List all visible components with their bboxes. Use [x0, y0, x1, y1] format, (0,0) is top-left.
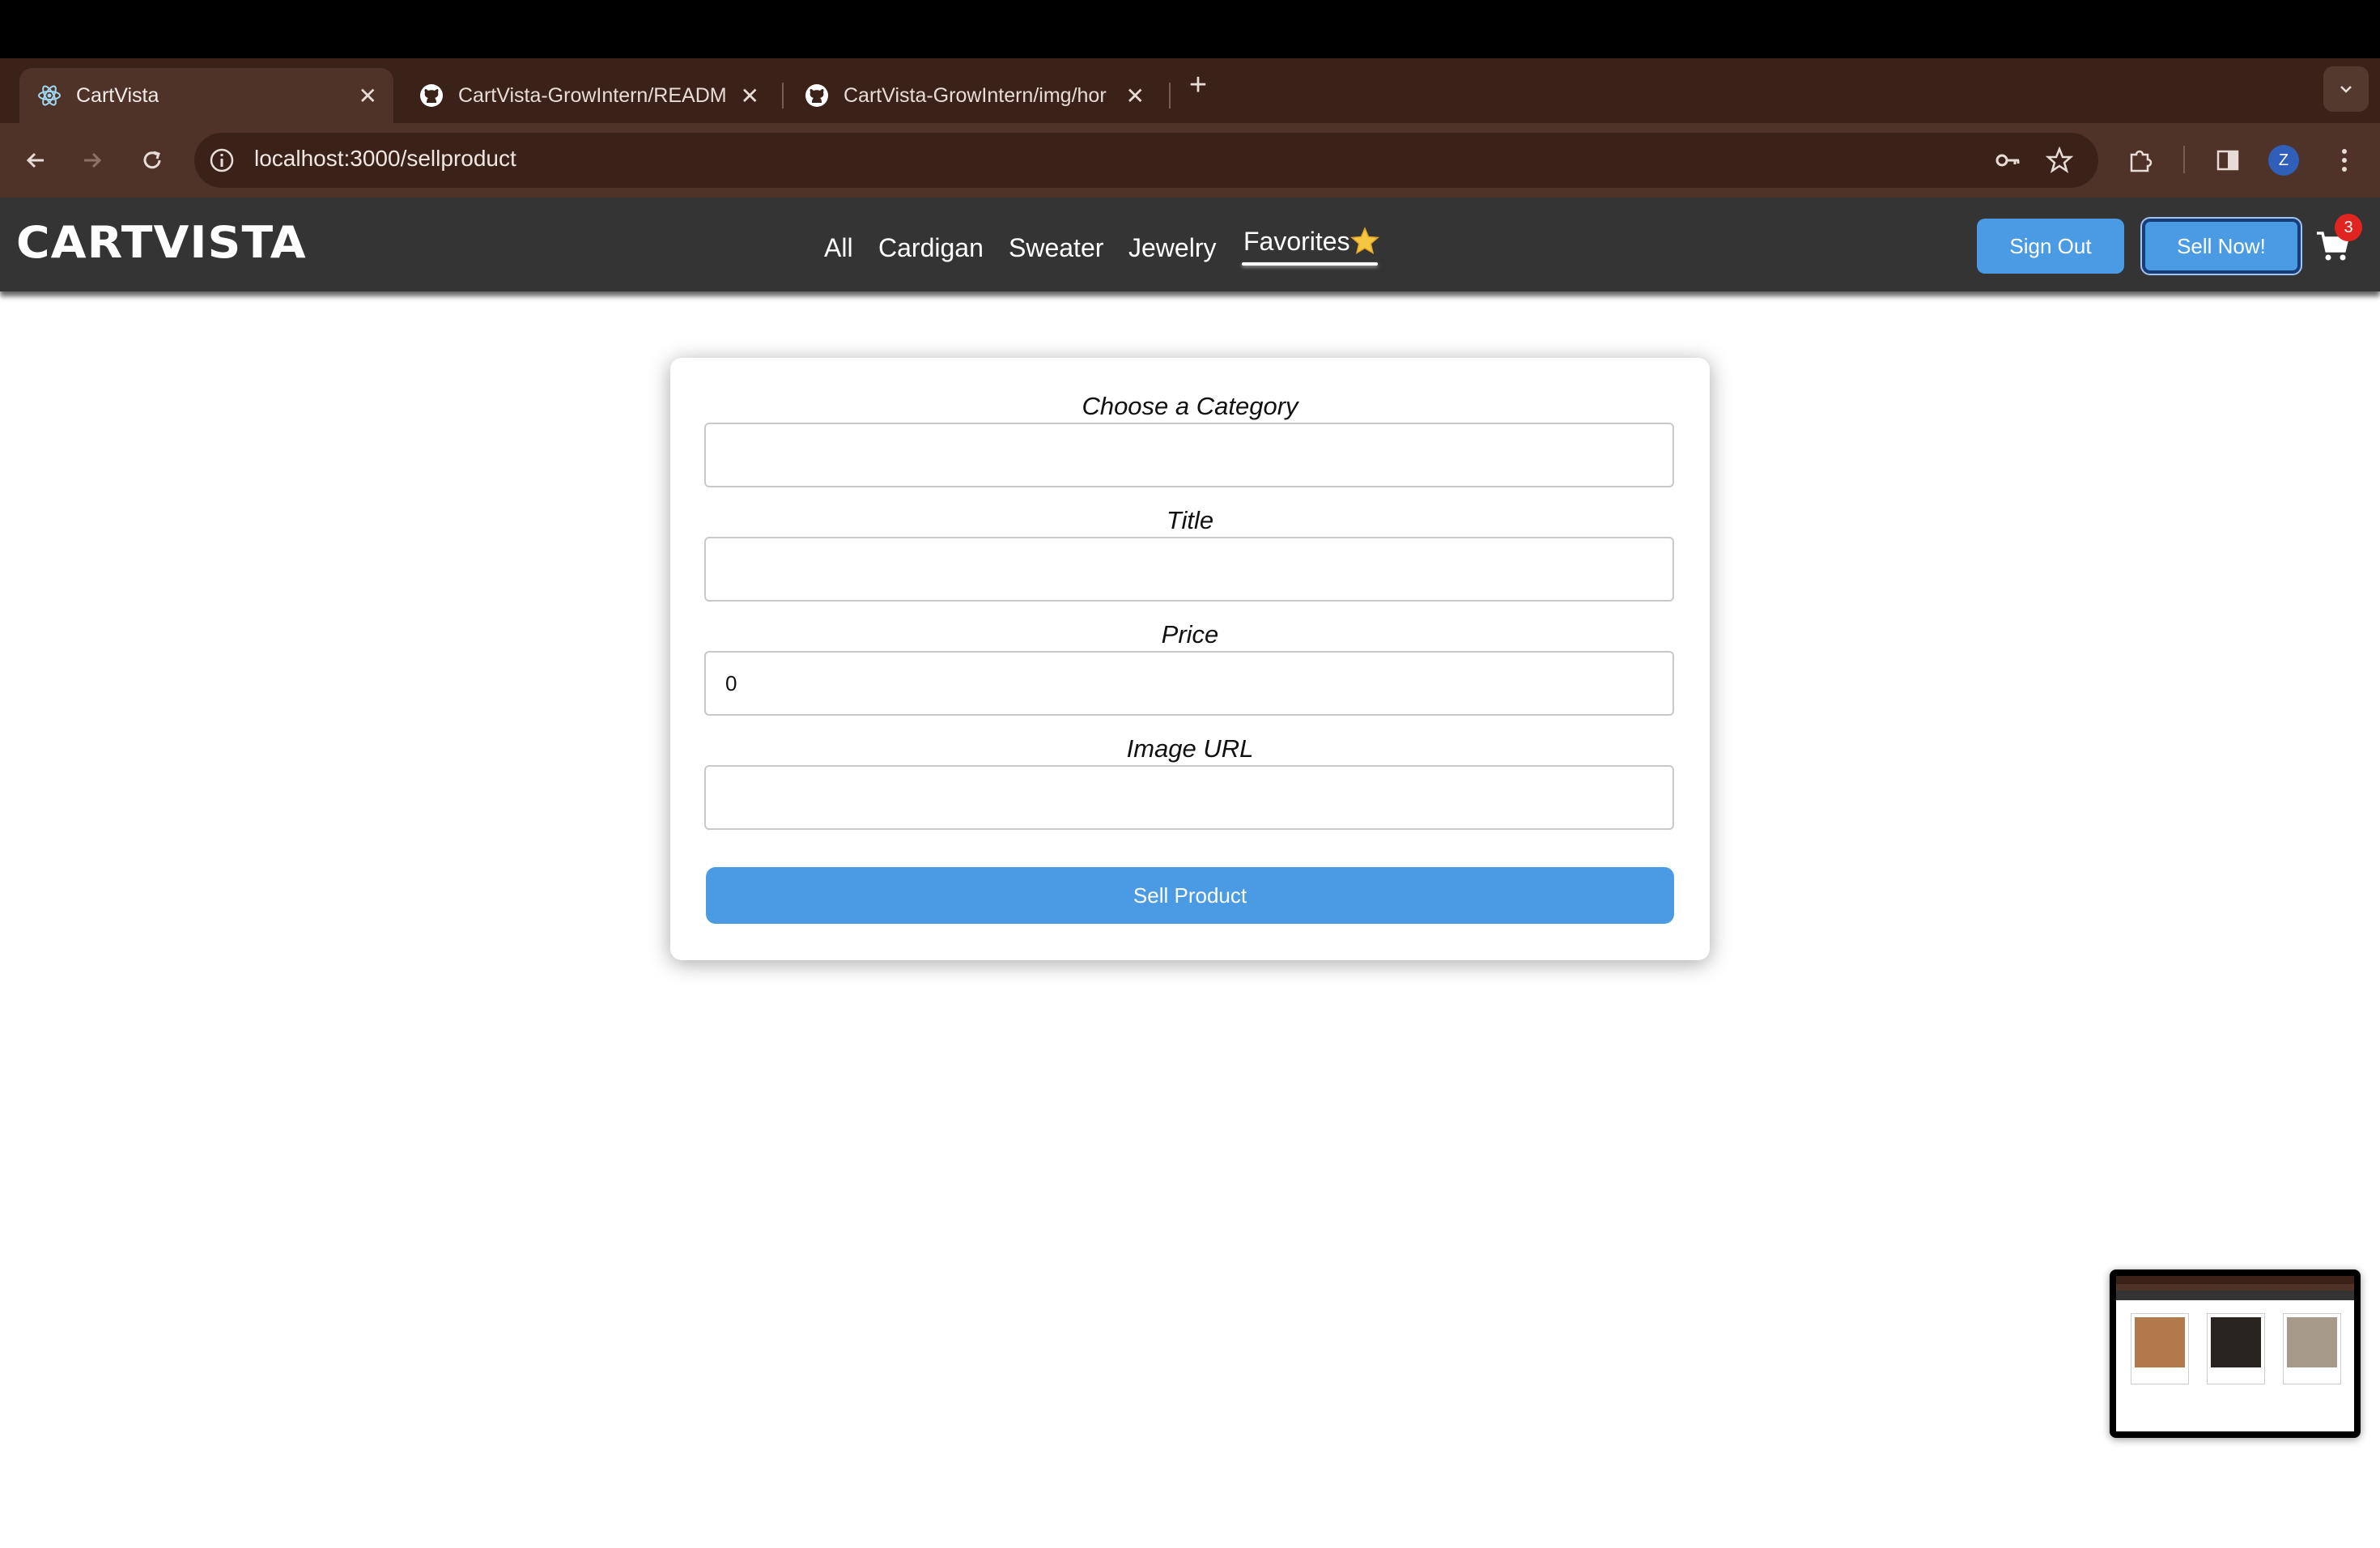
category-label: Choose a Category	[1082, 392, 1298, 420]
tab-title: CartVista-GrowIntern/img/hor	[844, 83, 1107, 107]
screen-top-bar	[0, 0, 2380, 58]
nav-link-cardigan[interactable]: Cardigan	[878, 233, 984, 263]
close-icon[interactable]: ✕	[359, 83, 377, 109]
title-input[interactable]	[704, 537, 1674, 602]
tab-github-img[interactable]: CartVista-GrowIntern/img/hor ✕	[787, 68, 1161, 123]
back-button[interactable]	[18, 142, 53, 178]
url-text[interactable]: localhost:3000/sellproduct	[254, 146, 516, 172]
cart-count-badge: 3	[2335, 214, 2362, 241]
reload-button[interactable]	[134, 142, 170, 178]
sell-product-button[interactable]: Sell Product	[706, 867, 1674, 924]
site-logo[interactable]: CARTVISTA	[16, 217, 307, 268]
github-icon	[419, 83, 444, 108]
forward-button[interactable]	[74, 142, 110, 178]
extensions-icon[interactable]	[2123, 142, 2158, 178]
reload-icon	[143, 151, 161, 169]
site-info-icon[interactable]	[204, 142, 240, 178]
more-menu-icon[interactable]	[2327, 142, 2362, 178]
side-panel-icon[interactable]	[2210, 142, 2246, 178]
password-key-icon[interactable]	[1990, 142, 2025, 178]
preview-image	[2116, 1276, 2354, 1431]
tab-cartvista[interactable]: CartVista ✕	[19, 68, 393, 123]
image-url-input[interactable]	[704, 765, 1674, 830]
title-label: Title	[1166, 506, 1214, 534]
tab-github-readme[interactable]: CartVista-GrowIntern/READM ✕	[402, 68, 776, 123]
tab-separator	[1169, 83, 1171, 108]
nav-link-sweater[interactable]: Sweater	[1009, 233, 1103, 263]
price-input[interactable]	[704, 651, 1674, 716]
tab-search-button[interactable]	[2323, 66, 2369, 112]
arrow-right-icon	[84, 152, 102, 168]
github-icon	[805, 83, 829, 108]
sign-out-button[interactable]: Sign Out	[1977, 219, 2124, 274]
toolbar-divider	[2183, 146, 2185, 173]
tab-separator	[782, 83, 784, 108]
sell-now-button[interactable]: Sell Now!	[2142, 219, 2301, 274]
react-icon	[37, 83, 62, 108]
close-icon[interactable]: ✕	[741, 83, 759, 109]
tab-title: CartVista-GrowIntern/READM	[458, 83, 727, 107]
price-label: Price	[1161, 620, 1219, 649]
chevron-down-icon	[2340, 86, 2352, 93]
arrow-left-icon	[26, 152, 44, 168]
nav-link-jewelry[interactable]: Jewelry	[1128, 233, 1216, 263]
profile-avatar[interactable]: Z	[2268, 145, 2299, 176]
close-icon[interactable]: ✕	[1126, 83, 1145, 109]
category-input[interactable]	[704, 423, 1674, 487]
active-link-underline	[1242, 262, 1378, 266]
nav-link-all[interactable]: All	[824, 233, 853, 263]
new-tab-button[interactable]: +	[1182, 70, 1214, 102]
image-url-label: Image URL	[1126, 734, 1254, 763]
bookmark-star-icon[interactable]	[2042, 142, 2077, 178]
nav-link-favorites[interactable]: Favorites	[1243, 227, 1379, 262]
favorites-label: Favorites	[1243, 227, 1350, 256]
star-icon	[1349, 227, 1379, 262]
tab-title: CartVista	[76, 83, 159, 107]
